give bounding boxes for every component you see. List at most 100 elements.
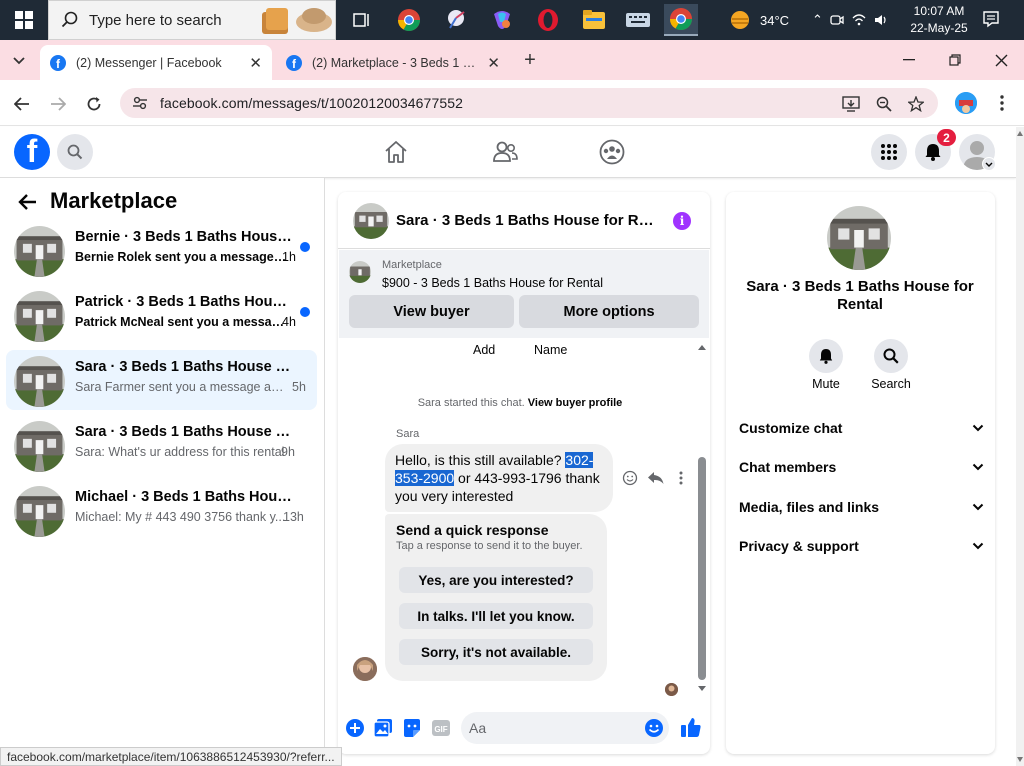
more-options-button[interactable]: More options (519, 295, 699, 328)
listing-avatar[interactable] (353, 203, 389, 239)
conversation-item[interactable]: Sara · 3 Beds 1 Baths House for Re... Sar… (6, 415, 317, 475)
task-view-icon[interactable] (346, 4, 378, 36)
conversation-item[interactable]: Michael · 3 Beds 1 Baths House for... Mic… (6, 480, 317, 540)
url-text: facebook.com/messages/t/1002012003467755… (160, 95, 463, 111)
house-thumbnail (14, 356, 65, 407)
house-photo-icon (827, 206, 891, 270)
chrome-active-icon[interactable] (664, 4, 698, 36)
sender-avatar[interactable] (353, 657, 377, 681)
chat-scrollbar-thumb[interactable] (698, 457, 706, 680)
facebook-search-button[interactable] (57, 134, 93, 170)
facebook-favicon-icon: f (286, 54, 302, 71)
quick-response-in-talks-button[interactable]: In talks. I'll let you know. (399, 603, 593, 629)
listing-large-avatar[interactable] (827, 206, 891, 270)
reload-icon[interactable] (81, 91, 107, 117)
emoji-icon[interactable] (644, 718, 664, 738)
forward-arrow-icon[interactable] (45, 91, 71, 117)
snipping-tool-icon[interactable] (440, 4, 472, 36)
tab-messenger[interactable]: f (2) Messenger | Facebook ✕ (40, 45, 272, 80)
privacy-support-row[interactable]: Privacy & support (739, 534, 984, 558)
tab-close-icon[interactable]: ✕ (487, 54, 500, 72)
chat-members-row[interactable]: Chat members (739, 455, 984, 479)
speaker-icon[interactable] (873, 12, 889, 28)
menu-button[interactable] (871, 134, 907, 170)
name-label[interactable]: Name (534, 343, 567, 357)
sticker-icon[interactable] (402, 718, 422, 738)
site-settings-icon[interactable] (132, 95, 148, 111)
photo-gallery-icon[interactable] (373, 718, 393, 738)
address-bar[interactable]: facebook.com/messages/t/1002012003467755… (120, 88, 938, 118)
conversation-item[interactable]: Sara · 3 Beds 1 Baths House for Re... Sar… (6, 350, 317, 410)
profile-avatar-icon[interactable] (955, 92, 977, 114)
reply-arrow-icon[interactable] (647, 470, 665, 486)
taskbar-clock[interactable]: 10:07 AM 22-May-25 (902, 3, 976, 37)
browser-menu-icon[interactable] (996, 93, 1008, 113)
add-plus-icon[interactable] (345, 718, 365, 738)
tab-close-icon[interactable]: ✕ (249, 54, 262, 72)
weather-widget[interactable]: 34°C (728, 0, 789, 40)
search-icon (67, 144, 83, 160)
chat-title[interactable]: Sara · 3 Beds 1 Baths House for Ren... (396, 212, 658, 229)
message-composer[interactable] (461, 712, 669, 744)
network-icon[interactable] (851, 12, 867, 28)
quick-response-yes-button[interactable]: Yes, are you interested? (399, 567, 593, 593)
sun-haze-icon (731, 11, 749, 29)
groups-icon[interactable] (599, 139, 625, 165)
conversation-info-icon[interactable]: i (673, 212, 691, 230)
minimize-icon[interactable] (897, 48, 921, 72)
back-arrow-icon[interactable] (9, 91, 35, 117)
clock-time: 10:07 AM (913, 4, 965, 18)
gif-icon[interactable]: GIF (431, 718, 451, 738)
home-icon[interactable] (384, 140, 408, 164)
quick-response-title: Send a quick response (396, 522, 549, 538)
conversation-item[interactable]: Patrick · 3 Beds 1 Baths House fo... Patr… (6, 285, 317, 345)
react-emoji-icon[interactable] (622, 470, 638, 486)
copilot-icon[interactable] (486, 4, 518, 36)
listing-title[interactable]: $900 - 3 Beds 1 Baths House for Rental (382, 276, 603, 290)
search-highlight-illustration-icon (258, 2, 336, 38)
restore-icon[interactable] (943, 48, 967, 72)
section-label: Media, files and links (739, 499, 880, 515)
meet-now-icon[interactable] (829, 12, 845, 28)
search-in-conversation-button[interactable] (874, 339, 908, 373)
notification-count-badge: 2 (937, 129, 956, 146)
thumbs-up-icon[interactable] (680, 716, 702, 738)
opera-icon[interactable] (532, 4, 564, 36)
system-tray[interactable]: ⌃ (812, 0, 889, 40)
chrome-profile-icon[interactable] (393, 4, 425, 36)
tab-search-chevron-icon[interactable] (8, 50, 30, 72)
new-tab-plus-icon[interactable]: + (518, 48, 542, 72)
tab-marketplace[interactable]: f (2) Marketplace - 3 Beds 1 Bath ✕ (276, 45, 510, 80)
add-label[interactable]: Add (473, 343, 495, 357)
facebook-logo-icon[interactable]: f (14, 134, 50, 170)
view-buyer-button[interactable]: View buyer (349, 295, 514, 328)
keyboard-app-icon[interactable] (622, 4, 654, 36)
chevron-up-icon[interactable]: ⌃ (812, 12, 823, 28)
message-input[interactable] (469, 716, 639, 740)
windows-start-button[interactable] (0, 0, 48, 40)
chat-started-notice: Sara started this chat. View buyer profi… (380, 397, 660, 409)
conversation-time: 13h (283, 510, 304, 524)
view-buyer-profile-link[interactable]: View buyer profile (528, 397, 623, 409)
notification-center-icon[interactable] (982, 10, 1000, 28)
zoom-icon[interactable] (874, 94, 894, 114)
more-actions-icon[interactable] (676, 470, 686, 486)
close-window-icon[interactable] (989, 48, 1013, 72)
bookmark-star-icon[interactable] (906, 94, 926, 114)
tab-title: (2) Marketplace - 3 Beds 1 Bath (312, 55, 480, 70)
listing-thumbnail[interactable] (349, 261, 371, 283)
account-chevron-icon[interactable] (982, 157, 996, 171)
page-scrollbar[interactable] (1016, 127, 1024, 766)
conversation-item[interactable]: Bernie · 3 Beds 1 Baths House for... Bern… (6, 220, 317, 280)
media-files-links-row[interactable]: Media, files and links (739, 495, 984, 519)
conversation-preview: Patrick McNeal sent you a messag... (75, 315, 287, 329)
back-arrow-icon[interactable] (18, 193, 38, 211)
quick-response-subtitle: Tap a response to send it to the buyer. (396, 540, 583, 552)
mute-button[interactable] (809, 339, 843, 373)
install-app-icon[interactable] (841, 94, 861, 114)
message-bubble[interactable]: Hello, is this still available? 302-353-… (385, 444, 613, 512)
friends-icon[interactable] (492, 140, 518, 164)
customize-chat-row[interactable]: Customize chat (739, 416, 984, 440)
quick-response-not-available-button[interactable]: Sorry, it's not available. (399, 639, 593, 665)
file-explorer-icon[interactable] (578, 4, 610, 36)
